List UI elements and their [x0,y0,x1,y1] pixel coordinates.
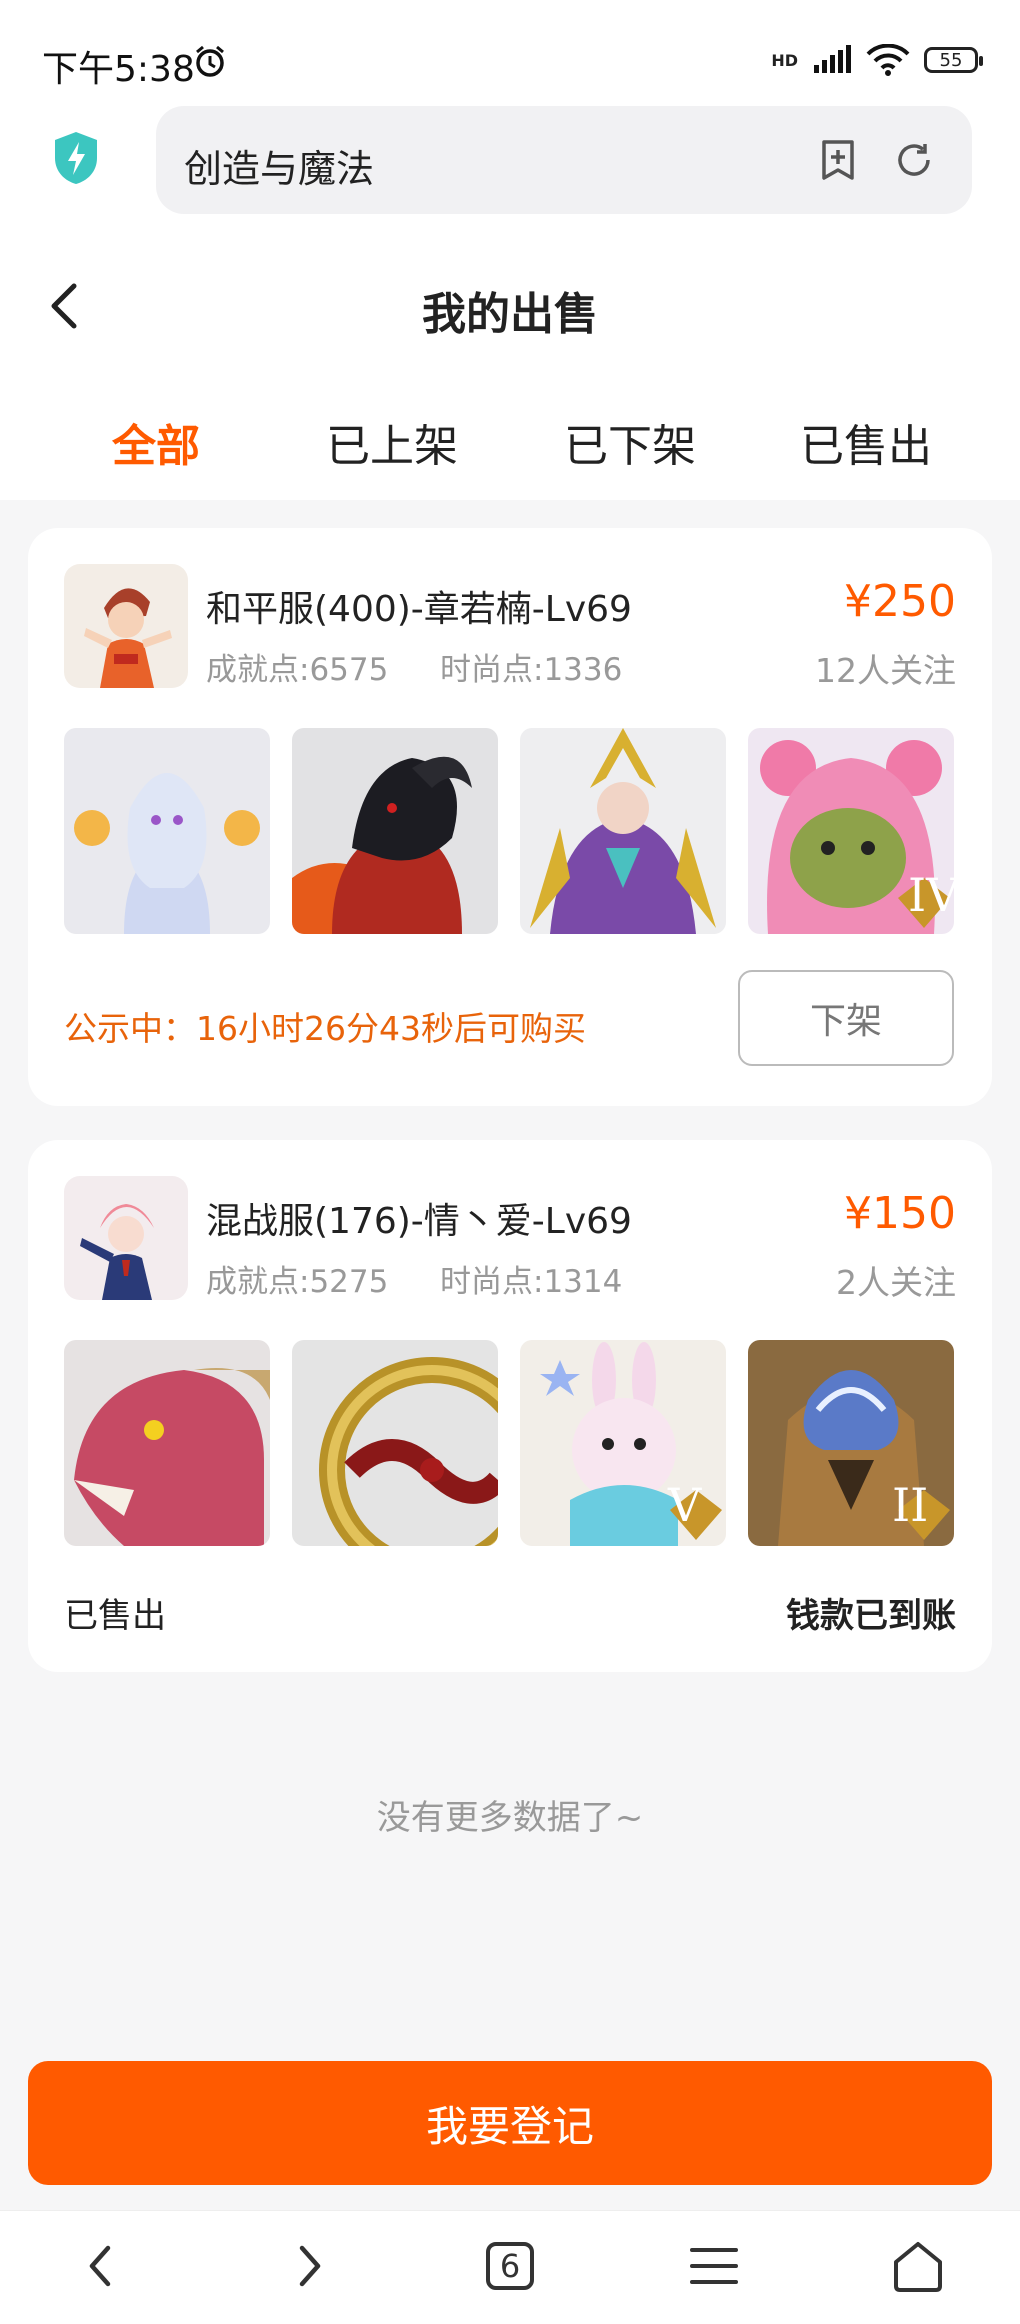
signal-icon [814,45,851,73]
achievement-points: 成就点:5275 [206,1264,389,1300]
battery-level: 55 [939,49,963,71]
menu-icon[interactable] [684,2236,744,2296]
sale-status: 已售出 [64,1596,166,1636]
public-notice: 公示中：16小时26分43秒后可购买 [64,1009,586,1048]
achievement-points: 成就点:6575 [206,652,389,688]
fashion-points: 时尚点:1336 [440,652,623,688]
home-icon[interactable] [888,2236,948,2296]
character-name: 混战服(176)-情丶爱-Lv69 [206,1201,632,1242]
wifi-icon [866,44,910,76]
status-time: 下午5:38 [42,49,195,90]
item-thumbnail [292,1340,498,1546]
bookmark-add-icon[interactable] [816,138,860,182]
item-thumbnail [64,728,270,934]
tab-delisted[interactable]: 已下架 [510,410,750,474]
status-icons: HD 55 [771,44,983,76]
tab-all[interactable]: 全部 [36,410,276,474]
tab-count: 6 [499,2247,521,2285]
item-thumbnail [64,1340,270,1546]
register-button[interactable]: 我要登记 [28,2061,992,2185]
address-text[interactable]: 创造与魔法 [184,138,374,193]
character-name: 和平服(400)-章若楠-Lv69 [206,589,632,630]
page-title: 我的出售 [422,289,598,340]
tab-sold[interactable]: 已售出 [746,410,986,474]
back-icon[interactable] [72,2236,132,2296]
delist-button[interactable]: 下架 [738,970,954,1066]
payment-status: 钱款已到账 [786,1596,956,1636]
grade-badge: IV [908,868,960,922]
price: ¥150 [844,1188,956,1239]
grade-badge: II [892,1478,929,1532]
character-avatar [64,564,188,688]
fashion-points: 时尚点:1314 [440,1264,623,1300]
item-thumbnail [520,728,726,934]
tab-listed[interactable]: 已上架 [272,410,512,474]
shield-icon[interactable] [52,130,100,186]
watcher-count: 2人关注 [836,1263,956,1302]
refresh-icon[interactable] [892,138,936,182]
forward-icon[interactable] [278,2236,338,2296]
item-thumbnail [292,728,498,934]
no-more-data: 没有更多数据了~ [376,1798,644,1838]
watcher-count: 12人关注 [815,651,956,690]
alarm-icon [192,44,228,84]
character-avatar [64,1176,188,1300]
network-label: HD [771,50,798,70]
price: ¥250 [844,576,956,627]
grade-badge: V [668,1478,702,1532]
battery-icon: 55 [924,47,983,73]
